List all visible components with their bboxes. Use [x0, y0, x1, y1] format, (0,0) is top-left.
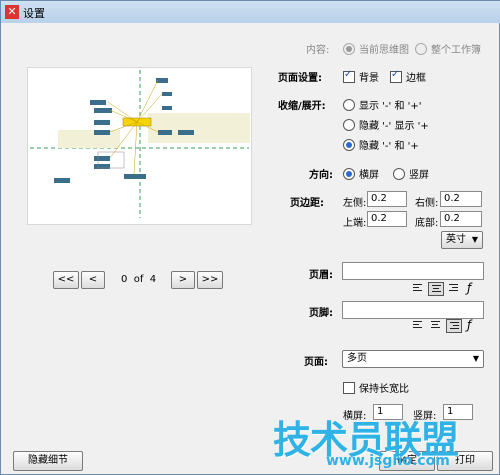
footer-font-icon[interactable]: ƒ — [467, 318, 471, 332]
collapse-option-1-label: 显示 '-' 和 '+' — [359, 101, 422, 112]
page-indicator: 0 of 4 — [121, 274, 156, 285]
next-page-button[interactable]: > — [171, 271, 195, 289]
margin-bottom-label: 底部: — [415, 218, 439, 229]
checkbox-icon — [343, 69, 355, 83]
header-input[interactable] — [342, 262, 484, 280]
footer-align-center-icon[interactable] — [428, 319, 444, 333]
collapse-option-3[interactable]: 隐藏 '-' 和 '+ — [343, 137, 419, 152]
orientation-label: 方向: — [309, 170, 333, 181]
margin-right-label: 右侧: — [415, 198, 439, 209]
content-current-label: 当前思维图 — [359, 45, 409, 56]
collapse-option-2-label: 隐藏 '-' 显示 '+ — [359, 121, 429, 132]
background-checkbox[interactable]: 背景 — [343, 69, 379, 84]
page-of-label: of — [133, 274, 144, 285]
radio-icon — [343, 168, 355, 180]
footer-align-right-icon[interactable] — [446, 319, 462, 333]
keep-ratio-label: 保持长宽比 — [359, 384, 409, 395]
settings-dialog: ✕ 设置 << < 0 of 4 > >> 内容: 当前思维图 整个工作簿 页面… — [0, 0, 500, 475]
page-select[interactable]: 多页 ▼ — [342, 350, 484, 368]
prev-page-button[interactable]: < — [81, 271, 105, 289]
margin-left-label: 左侧: — [343, 198, 367, 209]
portrait-option[interactable]: 竖屏 — [393, 166, 429, 181]
radio-icon — [343, 99, 355, 111]
print-preview — [27, 67, 252, 225]
footer-label: 页脚: — [309, 308, 333, 319]
total-pages: 4 — [149, 274, 157, 285]
header-font-icon[interactable]: ƒ — [467, 281, 471, 295]
radio-icon — [415, 43, 427, 55]
content-all-option[interactable]: 整个工作簿 — [415, 41, 481, 56]
page-settings-label: 页面设置: — [278, 73, 322, 84]
keep-ratio-checkbox[interactable]: 保持长宽比 — [343, 380, 409, 395]
hide-details-button[interactable]: 隐藏细节 — [13, 451, 83, 471]
page-label: 页面: — [304, 357, 328, 368]
footer-align-left-icon[interactable] — [410, 319, 426, 333]
chevron-down-icon: ▼ — [471, 235, 478, 244]
margin-bottom-input[interactable]: 0.2 — [440, 211, 482, 227]
radio-icon — [343, 139, 355, 151]
unit-value: 英寸 — [446, 234, 466, 245]
footer-input[interactable] — [342, 301, 484, 319]
portrait-label: 竖屏 — [409, 170, 429, 181]
margin-left-input[interactable]: 0.2 — [367, 191, 407, 207]
border-checkbox[interactable]: 边框 — [390, 69, 426, 84]
current-page: 0 — [121, 274, 128, 285]
collapse-option-2[interactable]: 隐藏 '-' 显示 '+ — [343, 117, 429, 132]
margin-right-input[interactable]: 0.2 — [440, 191, 482, 207]
landscape-option[interactable]: 横屏 — [343, 166, 379, 181]
landscape-label: 横屏 — [359, 170, 379, 181]
background-label: 背景 — [359, 73, 379, 84]
first-page-button[interactable]: << — [53, 271, 79, 289]
border-label: 边框 — [406, 73, 426, 84]
content-all-label: 整个工作簿 — [431, 45, 481, 56]
checkbox-icon — [343, 382, 355, 394]
app-logo-icon: ✕ — [5, 5, 19, 19]
content-current-option[interactable]: 当前思维图 — [343, 41, 409, 56]
radio-icon — [393, 168, 405, 180]
last-page-button[interactable]: >> — [197, 271, 223, 289]
header-align-center-icon[interactable] — [428, 282, 444, 296]
collapse-label: 收缩/展开: — [278, 101, 326, 112]
watermark-url: www.jsgho.com — [326, 453, 450, 469]
margins-label: 页边距: — [290, 198, 324, 209]
margin-top-label: 上端: — [343, 218, 367, 229]
title-bar: ✕ 设置 — [1, 1, 500, 23]
header-align-right-icon[interactable] — [446, 282, 462, 296]
mindmap-preview — [30, 70, 250, 218]
collapse-option-1[interactable]: 显示 '-' 和 '+' — [343, 97, 422, 112]
header-label: 页眉: — [309, 270, 333, 281]
radio-icon — [343, 43, 355, 55]
page-select-value: 多页 — [347, 353, 367, 364]
checkbox-icon — [390, 69, 402, 83]
header-align-left-icon[interactable] — [410, 282, 426, 296]
window-title: 设置 — [23, 7, 45, 20]
margin-top-input[interactable]: 0.2 — [367, 211, 407, 227]
unit-select[interactable]: 英寸 ▼ — [441, 231, 483, 249]
content-label: 内容: — [306, 45, 330, 56]
collapse-option-3-label: 隐藏 '-' 和 '+ — [359, 141, 419, 152]
chevron-down-icon: ▼ — [472, 354, 479, 363]
radio-icon — [343, 119, 355, 131]
